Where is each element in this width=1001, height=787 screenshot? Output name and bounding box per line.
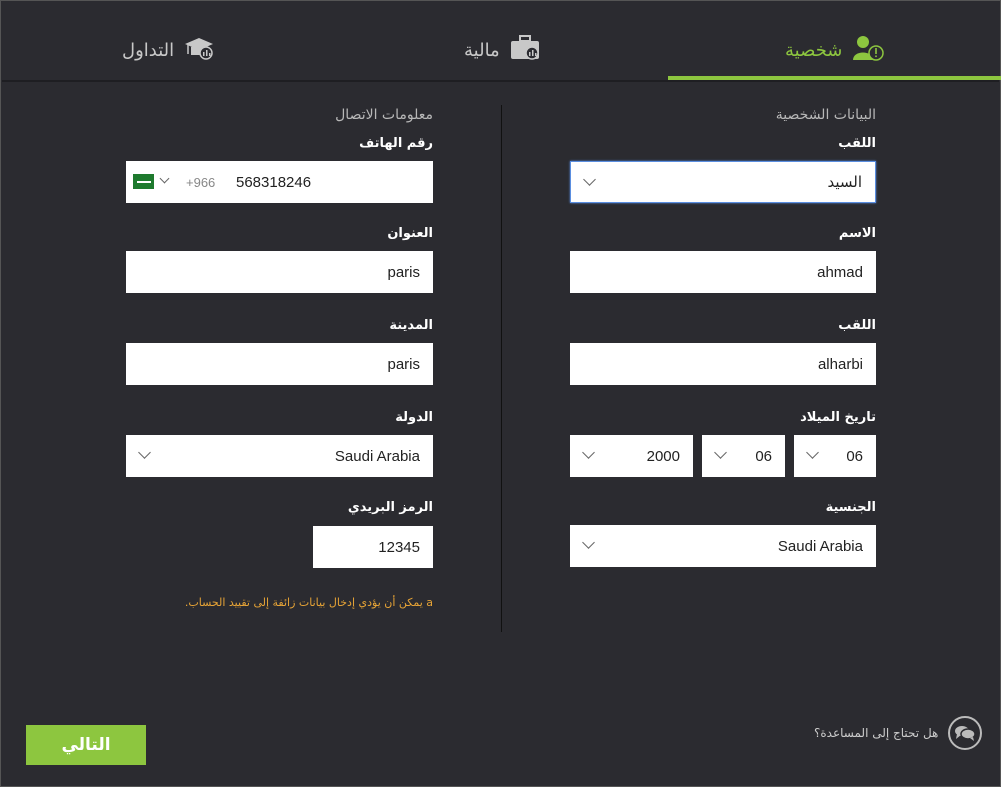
tab-personal[interactable]: شخصية xyxy=(785,30,885,70)
chevron-down-icon[interactable] xyxy=(159,173,170,184)
title-label: اللقب xyxy=(838,136,876,151)
nationality-label: الجنسية xyxy=(825,500,876,515)
tab-bar: التداول مالية شخصية xyxy=(2,0,1001,82)
dob-year-value: 2000 xyxy=(646,447,680,465)
zip-value: 12345 xyxy=(378,538,420,556)
chevron-down-icon xyxy=(714,446,727,459)
chevron-down-icon xyxy=(582,446,595,459)
country-select[interactable]: Saudi Arabia xyxy=(126,435,433,477)
tab-trading[interactable]: التداول xyxy=(122,30,214,70)
tab-trading-label: التداول xyxy=(122,39,175,61)
address-label: العنوان xyxy=(387,226,433,241)
dob-year-select[interactable]: 2000 xyxy=(570,435,693,477)
first-name-field[interactable]: ahmad xyxy=(570,251,876,293)
last-name-field[interactable]: alharbi xyxy=(570,343,876,385)
first-name-value: ahmad xyxy=(817,263,863,281)
chat-bubbles-icon xyxy=(948,716,983,750)
title-select[interactable]: السيد xyxy=(570,161,876,203)
city-label: المدينة xyxy=(389,318,433,333)
zip-field[interactable]: 12345 xyxy=(313,526,433,568)
false-data-warning: a يمكن أن يؤدي إدخال بيانات زائفة إلى تق… xyxy=(184,596,433,609)
graduation-chart-icon xyxy=(184,36,214,65)
country-value: Saudi Arabia xyxy=(334,447,420,465)
personal-section-title: البيانات الشخصية xyxy=(775,107,876,123)
address-field[interactable]: paris xyxy=(126,251,433,293)
zip-label: الرمز البريدي xyxy=(347,500,433,515)
help-link[interactable]: هل تحتاج إلى المساعدة؟ xyxy=(814,716,983,750)
phone-field[interactable]: +966 568318246 xyxy=(126,161,433,203)
briefcase-chart-icon xyxy=(510,34,540,66)
chevron-down-icon xyxy=(583,173,596,186)
nationality-select[interactable]: Saudi Arabia xyxy=(570,525,876,567)
city-value: paris xyxy=(387,355,420,373)
chevron-down-icon xyxy=(806,446,819,459)
dob-day-value: 06 xyxy=(846,447,863,465)
phone-label: رقم الهاتف xyxy=(359,136,433,151)
phone-country-code: +966 xyxy=(186,174,216,190)
chevron-down-icon xyxy=(138,446,151,459)
dob-month-select[interactable]: 06 xyxy=(702,435,785,477)
active-tab-indicator xyxy=(668,76,1001,80)
title-select-value: السيد xyxy=(827,174,862,191)
dob-day-select[interactable]: 06 xyxy=(794,435,876,477)
tab-personal-label: شخصية xyxy=(785,39,843,61)
address-value: paris xyxy=(387,263,420,281)
last-name-label: اللقب xyxy=(838,318,876,333)
user-alert-icon xyxy=(852,35,885,66)
dob-month-value: 06 xyxy=(755,447,772,465)
first-name-label: الاسم xyxy=(838,226,876,241)
help-label: هل تحتاج إلى المساعدة؟ xyxy=(814,726,939,740)
tab-financial-label: مالية xyxy=(464,39,500,61)
chevron-down-icon xyxy=(582,536,595,549)
dob-label: تاريخ الميلاد xyxy=(800,410,876,425)
phone-value: 568318246 xyxy=(236,173,312,191)
tab-financial[interactable]: مالية xyxy=(464,30,540,70)
last-name-value: alharbi xyxy=(817,355,863,373)
city-field[interactable]: paris xyxy=(126,343,433,385)
country-label: الدولة xyxy=(395,410,433,425)
column-divider xyxy=(501,105,502,632)
nationality-value: Saudi Arabia xyxy=(777,537,863,555)
saudi-flag-icon[interactable] xyxy=(133,174,154,189)
contact-section-title: معلومات الاتصال xyxy=(335,107,433,123)
next-button[interactable]: التالي xyxy=(26,725,146,765)
